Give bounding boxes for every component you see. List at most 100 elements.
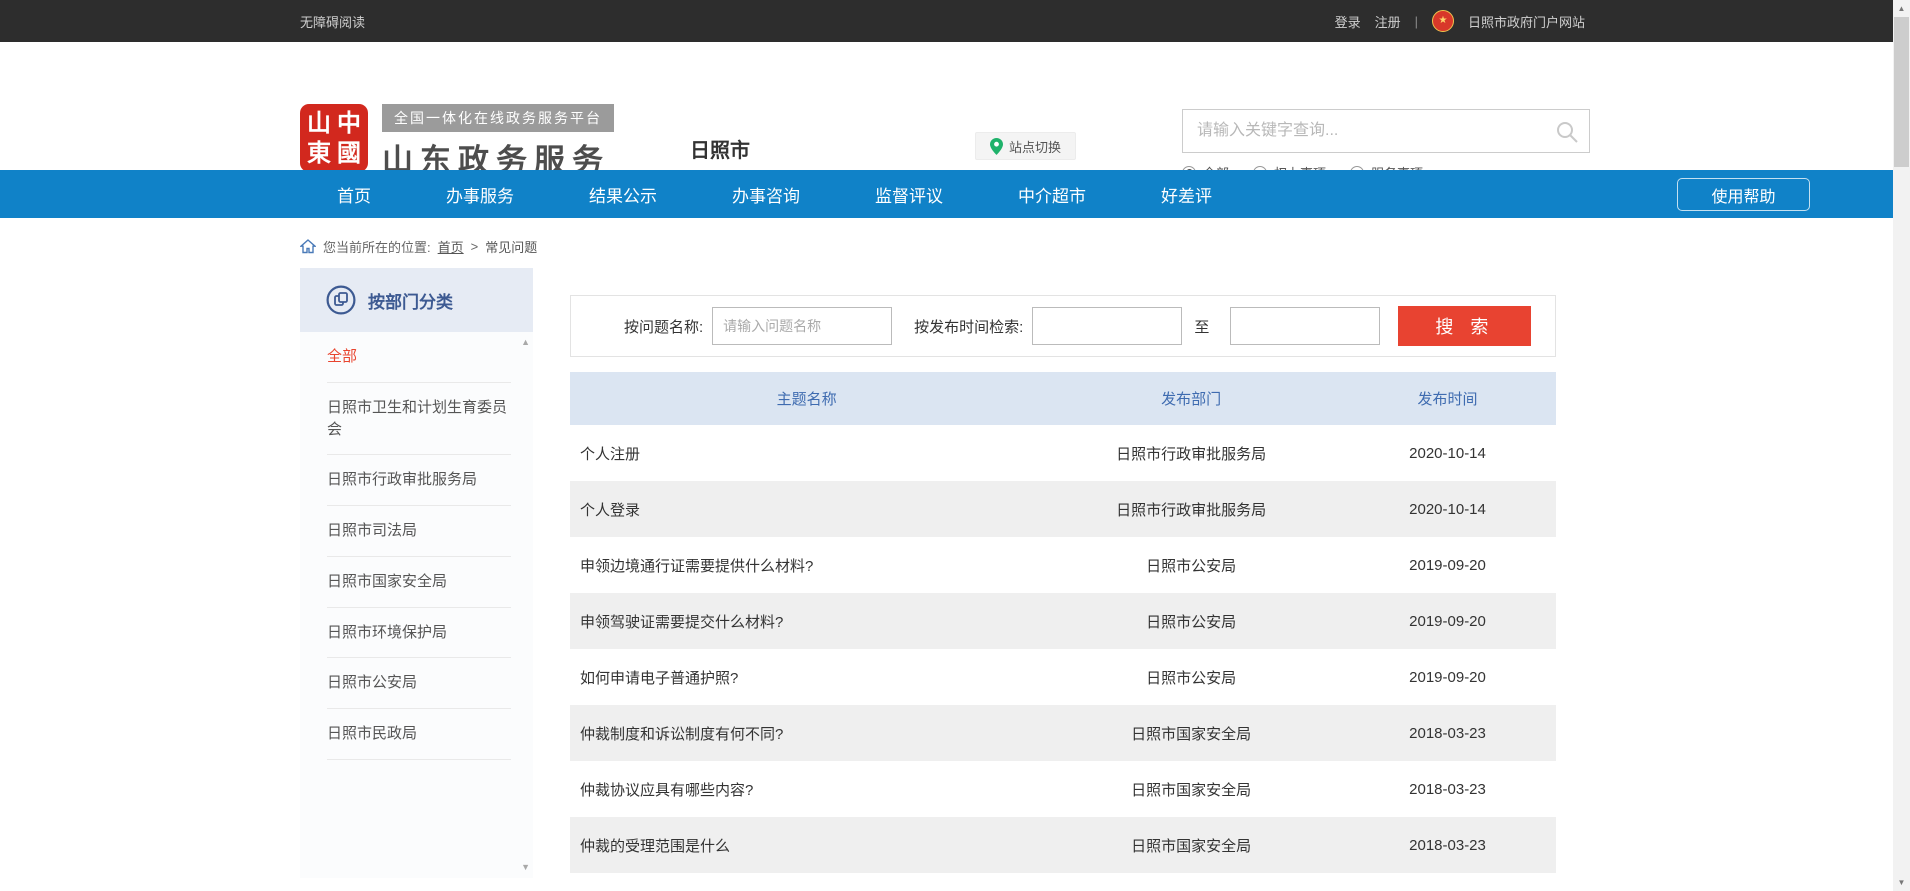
keyword-search-input[interactable] [1183, 110, 1589, 152]
faq-date: 2018-03-23 [1339, 837, 1556, 854]
table-row: 仲裁协议应具有哪些内容?日照市国家安全局2018-03-23 [570, 761, 1556, 817]
help-button[interactable]: 使用帮助 [1677, 178, 1810, 211]
date-range-label: 按发布时间检索: [914, 316, 1023, 337]
faq-dept: 日照市国家安全局 [1043, 779, 1339, 800]
page-scrollbar[interactable]: ▲ ▼ [1893, 0, 1910, 891]
search-icon[interactable] [1555, 120, 1579, 144]
faq-main-panel: 按问题名称: 按发布时间检索: 至 搜 索 主题名称 发布部门 发布时间 个人注… [570, 295, 1556, 873]
date-to-label: 至 [1194, 316, 1209, 337]
department-sidebar: 按部门分类 全部日照市卫生和计划生育委员会日照市行政审批服务局日照市司法局日照市… [300, 268, 533, 878]
sidebar-item-2[interactable]: 日照市行政审批服务局 [327, 455, 511, 506]
site-header: 山 中 東 國 全国一体化在线政务服务平台 山东政务服务 日照市 站点切换 全部… [0, 42, 1910, 170]
faq-title-link[interactable]: 个人注册 [570, 443, 1043, 464]
breadcrumb-separator: > [471, 239, 479, 254]
sidebar-item-0[interactable]: 全部 [327, 332, 511, 383]
register-link[interactable]: 注册 [1375, 12, 1401, 31]
question-name-input[interactable] [712, 307, 892, 345]
sidebar-scroll-up-icon[interactable]: ▲ [521, 338, 530, 347]
breadcrumb: 您当前所在的位置: 首页 > 常见问题 [300, 232, 537, 260]
faq-date: 2018-03-23 [1339, 781, 1556, 798]
seal-char: 國 [335, 139, 363, 167]
table-row: 申领边境通行证需要提供什么材料?日照市公安局2019-09-20 [570, 537, 1556, 593]
faq-date: 2019-09-20 [1339, 613, 1556, 630]
breadcrumb-home-link[interactable]: 首页 [438, 237, 464, 256]
faq-date: 2020-10-14 [1339, 445, 1556, 462]
location-pin-icon [990, 138, 1003, 155]
site-switch-label: 站点切换 [1009, 137, 1061, 156]
sidebar-item-6[interactable]: 日照市公安局 [327, 658, 511, 709]
faq-filter-form: 按问题名称: 按发布时间检索: 至 搜 索 [570, 295, 1556, 357]
scrollbar-up-icon[interactable]: ▲ [1893, 0, 1910, 17]
platform-badge: 全国一体化在线政务服务平台 [382, 104, 614, 132]
column-header-title: 主题名称 [570, 388, 1043, 409]
category-icon [326, 285, 356, 315]
sidebar-item-7[interactable]: 日照市民政局 [327, 709, 511, 760]
column-header-date: 发布时间 [1339, 388, 1556, 409]
nav-item-0[interactable]: 首页 [337, 182, 371, 207]
faq-title-link[interactable]: 仲裁制度和诉讼制度有何不同? [570, 723, 1043, 744]
faq-dept: 日照市公安局 [1043, 555, 1339, 576]
faq-title-link[interactable]: 申领驾驶证需要提交什么材料? [570, 611, 1043, 632]
main-navigation: 首页 办事服务 结果公示 办事咨询 监督评议 中介超市 好差评 使用帮助 [0, 170, 1910, 218]
sidebar-item-4[interactable]: 日照市国家安全局 [327, 557, 511, 608]
sidebar-title: 按部门分类 [368, 288, 453, 313]
keyword-search [1182, 109, 1590, 153]
seal-char: 中 [335, 109, 363, 137]
accessibility-link[interactable]: 无障碍阅读 [300, 12, 365, 31]
filter-search-button[interactable]: 搜 索 [1398, 306, 1531, 346]
faq-title-link[interactable]: 如何申请电子普通护照? [570, 667, 1043, 688]
faq-dept: 日照市国家安全局 [1043, 835, 1339, 856]
seal-char: 東 [305, 139, 333, 167]
date-from-input[interactable] [1032, 307, 1182, 345]
top-utility-bar: 无障碍阅读 登录 注册 | ★ 日照市政府门户网站 [0, 0, 1893, 42]
nav-item-6[interactable]: 好差评 [1161, 182, 1212, 207]
table-row: 仲裁制度和诉讼制度有何不同?日照市国家安全局2018-03-23 [570, 705, 1556, 761]
logo[interactable]: 山 中 東 國 全国一体化在线政务服务平台 山东政务服务 [300, 104, 614, 180]
sidebar-header: 按部门分类 [300, 268, 533, 332]
breadcrumb-prefix: 您当前所在的位置: [323, 237, 431, 256]
national-emblem-icon: ★ [1432, 10, 1454, 32]
scrollbar-thumb[interactable] [1894, 17, 1909, 167]
question-name-label: 按问题名称: [624, 316, 703, 337]
faq-dept: 日照市行政审批服务局 [1043, 499, 1339, 520]
faq-dept: 日照市公安局 [1043, 611, 1339, 632]
sidebar-item-1[interactable]: 日照市卫生和计划生育委员会 [327, 383, 511, 456]
faq-table: 主题名称 发布部门 发布时间 个人注册日照市行政审批服务局2020-10-14个… [570, 372, 1556, 873]
faq-title-link[interactable]: 个人登录 [570, 499, 1043, 520]
nav-item-5[interactable]: 中介超市 [1018, 182, 1086, 207]
faq-date: 2019-09-20 [1339, 669, 1556, 686]
table-row: 仲裁的受理范围是什么日照市国家安全局2018-03-23 [570, 817, 1556, 873]
table-row: 如何申请电子普通护照?日照市公安局2019-09-20 [570, 649, 1556, 705]
city-name: 日照市 [690, 134, 750, 163]
sidebar-item-5[interactable]: 日照市环境保护局 [327, 608, 511, 659]
login-link[interactable]: 登录 [1335, 12, 1361, 31]
table-header-row: 主题名称 发布部门 发布时间 [570, 372, 1556, 425]
sidebar-scroll-down-icon[interactable]: ▼ [521, 863, 530, 872]
table-row: 个人注册日照市行政审批服务局2020-10-14 [570, 425, 1556, 481]
date-to-input[interactable] [1230, 307, 1380, 345]
table-row: 申领驾驶证需要提交什么材料?日照市公安局2019-09-20 [570, 593, 1556, 649]
portal-link[interactable]: 日照市政府门户网站 [1468, 12, 1585, 31]
sidebar-item-3[interactable]: 日照市司法局 [327, 506, 511, 557]
home-icon [300, 239, 316, 254]
faq-dept: 日照市行政审批服务局 [1043, 443, 1339, 464]
faq-date: 2020-10-14 [1339, 501, 1556, 518]
faq-date: 2018-03-23 [1339, 725, 1556, 742]
faq-title-link[interactable]: 申领边境通行证需要提供什么材料? [570, 555, 1043, 576]
faq-dept: 日照市公安局 [1043, 667, 1339, 688]
topbar-divider: | [1415, 14, 1418, 29]
scrollbar-down-icon[interactable]: ▼ [1893, 874, 1910, 891]
nav-item-4[interactable]: 监督评议 [875, 182, 943, 207]
faq-title-link[interactable]: 仲裁的受理范围是什么 [570, 835, 1043, 856]
faq-title-link[interactable]: 仲裁协议应具有哪些内容? [570, 779, 1043, 800]
table-row: 个人登录日照市行政审批服务局2020-10-14 [570, 481, 1556, 537]
shandong-seal-icon: 山 中 東 國 [300, 104, 368, 172]
nav-item-1[interactable]: 办事服务 [446, 182, 514, 207]
seal-char: 山 [305, 109, 333, 137]
site-switch-button[interactable]: 站点切换 [975, 132, 1076, 160]
nav-item-3[interactable]: 办事咨询 [732, 182, 800, 207]
faq-dept: 日照市国家安全局 [1043, 723, 1339, 744]
nav-item-2[interactable]: 结果公示 [589, 182, 657, 207]
breadcrumb-current: 常见问题 [485, 237, 537, 256]
column-header-dept: 发布部门 [1043, 388, 1339, 409]
